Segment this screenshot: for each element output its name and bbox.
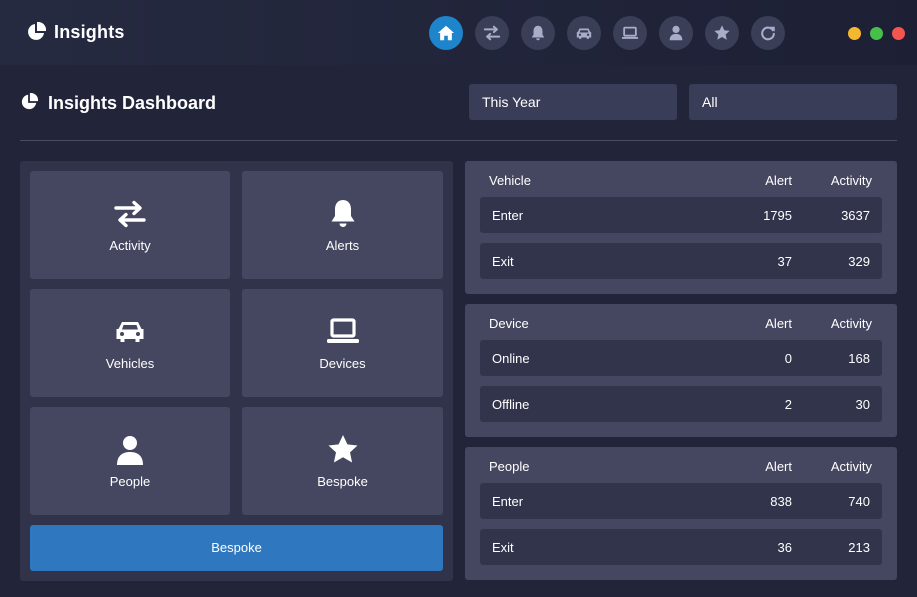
tile-label: Alerts [325,238,360,253]
maximize-button[interactable] [870,27,883,40]
device-card: Device Alert Activity Online 0 168 Offli… [465,304,897,437]
nav-bespoke-button[interactable] [705,16,739,50]
table-row[interactable]: Offline 2 30 [480,386,882,422]
tile-label: Bespoke [317,474,368,489]
row-name: Online [492,351,530,366]
row-activity: 213 [848,540,870,555]
pie-chart-icon [21,93,38,110]
bespoke-button[interactable]: Bespoke [30,525,443,571]
activity-header: Activity [830,459,872,474]
row-activity: 3637 [841,208,870,223]
row-alert: 2 [784,397,792,412]
tile-alerts[interactable]: Alerts [242,171,443,279]
nav-alerts-button[interactable] [521,16,555,50]
nav-vehicles-button[interactable] [567,16,601,50]
star-icon [328,435,357,463]
row-name: Enter [492,494,524,509]
main-content: Insights Dashboard This Year All Activit… [0,65,917,597]
page-title: Insights Dashboard [48,93,217,113]
tile-bespoke[interactable]: Bespoke [242,407,443,515]
row-name: Offline [492,397,530,412]
card-title: People [489,459,530,474]
table-row[interactable]: Online 0 168 [480,340,882,376]
row-alert: 1795 [763,208,792,223]
table-row[interactable]: Exit 37 329 [480,243,882,279]
card-title: Device [489,316,529,331]
row-activity: 168 [848,351,870,366]
swap-arrows-icon [483,25,501,41]
title-bar: Insights [0,0,917,65]
bell-icon [331,200,354,227]
tile-label: Devices [319,356,366,371]
table-row[interactable]: Enter 838 740 [480,483,882,519]
activity-header: Activity [830,316,872,331]
laptop-icon [621,26,639,39]
laptop-icon [326,318,359,343]
app-title: Insights [54,22,125,42]
nav-activity-button[interactable] [475,16,509,50]
tile-vehicles[interactable]: Vehicles [30,289,230,397]
tile-label: Activity [109,238,151,253]
period-select[interactable]: This Year [469,84,677,120]
nav-home-button[interactable] [429,16,463,50]
row-alert: 37 [777,254,792,269]
table-row[interactable]: Exit 36 213 [480,529,882,565]
divider [20,140,897,141]
category-panel: Activity Alerts Vehicles Devices People … [20,161,453,581]
tile-activity[interactable]: Activity [30,171,230,279]
nav-people-button[interactable] [659,16,693,50]
pie-chart-icon [28,22,46,40]
row-name: Exit [492,540,514,555]
activity-header: Activity [830,173,872,188]
table-row[interactable]: Enter 1795 3637 [480,197,882,233]
row-name: Exit [492,254,514,269]
row-activity: 30 [855,397,870,412]
close-button[interactable] [892,27,905,40]
alert-header: Alert [765,173,792,188]
minimize-button[interactable] [848,27,861,40]
user-icon [669,25,683,41]
car-icon [576,28,592,39]
filter-select[interactable]: All [689,84,897,120]
home-icon [437,25,455,41]
star-icon [714,25,730,40]
tile-label: Vehicles [105,356,155,371]
tile-people[interactable]: People [30,407,230,515]
people-card: People Alert Activity Enter 838 740 Exit… [465,447,897,580]
refresh-icon [761,26,775,41]
vehicle-card: Vehicle Alert Activity Enter 1795 3637 E… [465,161,897,294]
tile-label: People [109,474,151,489]
nav-refresh-button[interactable] [751,16,785,50]
car-icon [116,322,144,342]
row-activity: 329 [848,254,870,269]
row-alert: 838 [770,494,792,509]
row-activity: 740 [848,494,870,509]
tile-devices[interactable]: Devices [242,289,443,397]
row-name: Enter [492,208,524,223]
row-alert: 0 [784,351,792,366]
user-icon [117,436,143,465]
alert-header: Alert [765,459,792,474]
bell-icon [531,25,545,41]
nav-devices-button[interactable] [613,16,647,50]
card-title: Vehicle [489,173,531,188]
alert-header: Alert [765,316,792,331]
row-alert: 36 [777,540,792,555]
swap-arrows-icon [114,200,146,228]
